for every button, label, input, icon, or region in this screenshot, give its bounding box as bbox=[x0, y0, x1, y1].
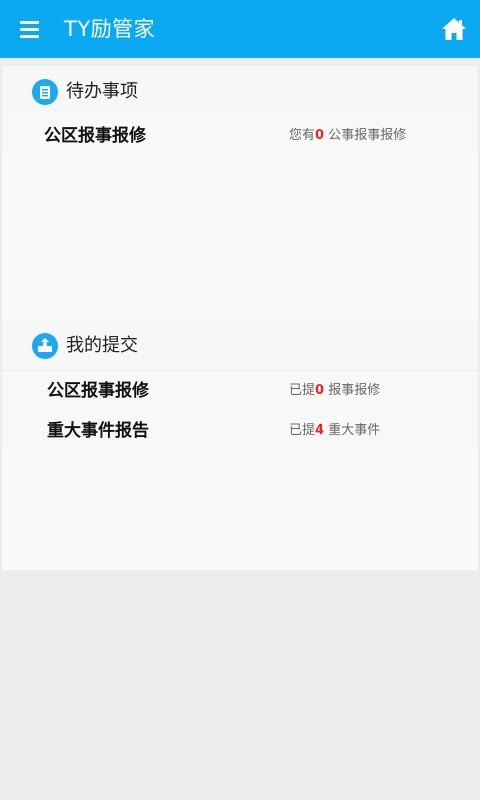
app-bar: TY励管家 bbox=[0, 0, 480, 58]
submitted-section-title: 我的提交 bbox=[66, 335, 138, 356]
count-badge: 0 bbox=[315, 128, 325, 143]
row-info: 已提0 报事报修 bbox=[289, 382, 380, 400]
clipboard-icon bbox=[32, 79, 58, 105]
count-badge: 4 bbox=[315, 423, 325, 438]
menu-line bbox=[20, 21, 39, 24]
hamburger-menu-icon[interactable] bbox=[18, 18, 42, 40]
submitted-row-major-event[interactable]: 重大事件报告 已提4 重大事件 bbox=[2, 411, 478, 451]
menu-line bbox=[20, 35, 39, 38]
count-badge: 0 bbox=[315, 383, 325, 398]
info-suffix: 公事报事报修 bbox=[324, 128, 407, 143]
info-suffix: 重大事件 bbox=[324, 423, 381, 438]
menu-line bbox=[20, 28, 39, 31]
todo-row-public-repair[interactable]: 公区报事报修 您有0 公事报事报修 bbox=[2, 116, 478, 156]
row-label: 重大事件报告 bbox=[47, 421, 149, 441]
submitted-section-header: 我的提交 bbox=[2, 320, 478, 370]
content-panel: 待办事项 公区报事报修 您有0 公事报事报修 我的提交 公区报事报修 已提0 报… bbox=[2, 66, 478, 570]
home-icon[interactable] bbox=[440, 15, 468, 43]
row-label: 公区报事报修 bbox=[47, 381, 149, 401]
row-info: 已提4 重大事件 bbox=[289, 422, 380, 440]
submit-icon bbox=[32, 333, 58, 359]
info-prefix: 已提 bbox=[289, 423, 316, 438]
row-label: 公区报事报修 bbox=[44, 126, 146, 146]
todo-section-header: 待办事项 bbox=[2, 66, 478, 116]
info-prefix: 您有 bbox=[289, 128, 316, 143]
submitted-row-public-repair[interactable]: 公区报事报修 已提0 报事报修 bbox=[2, 371, 478, 411]
info-prefix: 已提 bbox=[289, 383, 316, 398]
app-title: TY励管家 bbox=[64, 17, 156, 41]
info-suffix: 报事报修 bbox=[324, 383, 381, 398]
todo-section-title: 待办事项 bbox=[66, 81, 138, 102]
row-info: 您有0 公事报事报修 bbox=[289, 127, 406, 145]
